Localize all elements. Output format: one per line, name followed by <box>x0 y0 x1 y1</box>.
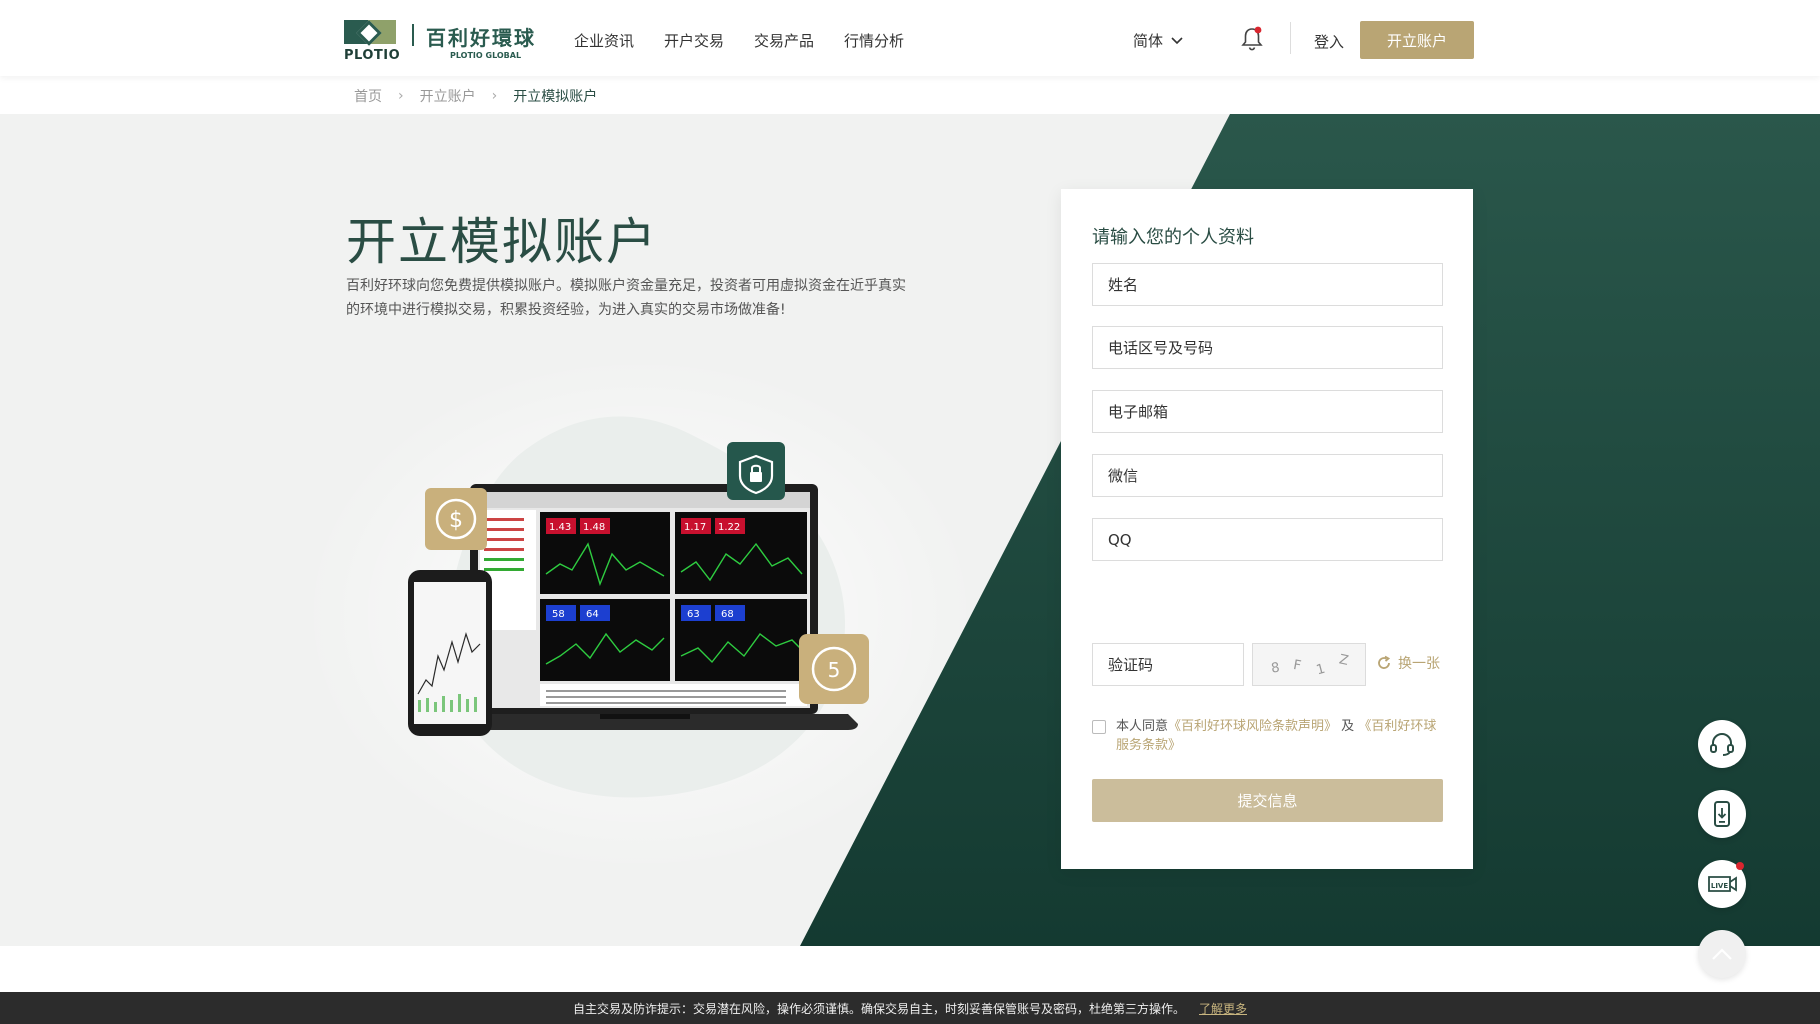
demo-account-form: 请输入您的个人资料 8 F 1 Z 换一张 本人同意《百利好环球风险条款声明》 … <box>1061 189 1473 869</box>
captcha-char: 8 <box>1270 661 1280 677</box>
trading-platform-illustration: 1.43 1.48 1.17 1.22 58 64 63 68 $ 5 <box>408 416 869 798</box>
risk-notice-bar: 自主交易及防诈提示：交易潜在风险，操作必须谨慎。确保交易自主，时刻妥善保管账号及… <box>0 992 1820 1024</box>
chevron-right-icon: › <box>398 88 404 104</box>
quote-label: 1.17 <box>684 522 706 533</box>
terms-agreement: 本人同意《百利好环球风险条款声明》 及 《百利好环球服务条款》 <box>1092 717 1443 755</box>
live-label: LIVE <box>1711 882 1728 890</box>
back-to-top-button[interactable] <box>1698 930 1746 978</box>
phone-input[interactable] <box>1092 326 1443 369</box>
logo-mark: PLOTIO <box>344 18 400 64</box>
learn-more-link[interactable]: 了解更多 <box>1199 1000 1247 1017</box>
wechat-input[interactable] <box>1092 454 1443 497</box>
login-link[interactable]: 登入 <box>1314 31 1344 52</box>
captcha-char: 1 <box>1315 662 1327 679</box>
quote-label: 64 <box>586 609 599 620</box>
risk-notice-text: 自主交易及防诈提示：交易潜在风险，操作必须谨慎。确保交易自主，时刻妥善保管账号及… <box>572 1001 1185 1016</box>
chevron-up-icon <box>1712 948 1732 960</box>
refresh-label: 换一张 <box>1398 656 1440 672</box>
refresh-icon <box>1378 655 1391 669</box>
brand-name-cn: 百利好環球 <box>426 26 536 50</box>
breadcrumb-current: 开立模拟账户 <box>513 89 598 105</box>
hero-background <box>0 114 1820 946</box>
breadcrumb-home[interactable]: 首页 <box>354 86 382 106</box>
breadcrumb: 首页 › 开立账户 › 开立模拟账户 <box>354 86 597 106</box>
site-header: PLOTIO 百利好環球 PLOTIO GLOBAL 企业资讯 开户交易 交易产… <box>0 0 1820 76</box>
quote-label: 58 <box>552 609 565 620</box>
page-title: 开立模拟账户 <box>346 213 658 271</box>
header-divider <box>1290 22 1291 54</box>
refresh-captcha-button[interactable]: 换一张 <box>1376 653 1440 673</box>
live-button[interactable]: LIVE <box>1698 860 1746 908</box>
chevron-down-icon <box>1171 36 1183 44</box>
nav-item-products[interactable]: 交易产品 <box>754 30 814 51</box>
captcha-char: F <box>1292 658 1302 674</box>
hero-section: 开立模拟账户 百利好环球向您免费提供模拟账户。模拟账户资金量充足，投资者可用虚拟… <box>0 114 1820 946</box>
captcha-input[interactable] <box>1092 643 1244 686</box>
captcha-image[interactable]: 8 F 1 Z <box>1252 643 1366 686</box>
agree-prefix: 本人同意 <box>1116 719 1169 734</box>
quote-label: 1.43 <box>549 522 571 533</box>
nav-item-account-trading[interactable]: 开户交易 <box>664 30 724 51</box>
qq-input[interactable] <box>1092 518 1443 561</box>
svg-text:5: 5 <box>828 658 841 682</box>
quote-label: 68 <box>721 609 734 620</box>
svg-text:$: $ <box>449 508 463 533</box>
name-input[interactable] <box>1092 263 1443 306</box>
brand-name-en: PLOTIO GLOBAL <box>450 51 522 60</box>
live-indicator <box>1736 862 1744 870</box>
app-download-button[interactable] <box>1698 790 1746 838</box>
mobile-download-icon <box>1714 801 1730 827</box>
live-icon: LIVE <box>1708 876 1737 892</box>
language-select[interactable]: 简体 <box>1133 30 1183 51</box>
open-account-button[interactable]: 开立账户 <box>1360 21 1474 59</box>
logo-mark-text: PLOTIO <box>344 48 401 63</box>
form-title: 请输入您的个人资料 <box>1092 227 1254 248</box>
submit-button[interactable]: 提交信息 <box>1092 779 1443 822</box>
customer-service-button[interactable] <box>1698 720 1746 768</box>
quote-label: 1.48 <box>583 522 605 533</box>
page-description: 百利好环球向您免费提供模拟账户。模拟账户资金量充足，投资者可用虚拟资金在近乎真实… <box>346 278 906 318</box>
nav-item-company-news[interactable]: 企业资讯 <box>574 30 634 51</box>
risk-terms-link[interactable]: 《百利好环球风险条款声明》 <box>1168 719 1337 734</box>
notification-bell-icon[interactable] <box>1240 26 1264 52</box>
quote-label: 63 <box>687 609 700 620</box>
nav-item-market-analysis[interactable]: 行情分析 <box>844 30 904 51</box>
email-input[interactable] <box>1092 390 1443 433</box>
captcha-char: Z <box>1338 652 1350 669</box>
breadcrumb-parent[interactable]: 开立账户 <box>420 86 476 106</box>
agree-text: 本人同意《百利好环球风险条款声明》 及 《百利好环球服务条款》 <box>1116 717 1443 755</box>
headset-icon <box>1710 733 1734 756</box>
main-nav: 企业资讯 开户交易 交易产品 行情分析 <box>574 30 904 51</box>
brand-logo[interactable]: PLOTIO 百利好環球 PLOTIO GLOBAL <box>344 18 544 64</box>
quote-label: 1.22 <box>718 522 740 533</box>
chevron-right-icon: › <box>491 88 498 104</box>
language-label: 简体 <box>1133 32 1164 50</box>
agree-and: 及 <box>1341 719 1355 734</box>
agree-checkbox[interactable] <box>1092 720 1106 734</box>
